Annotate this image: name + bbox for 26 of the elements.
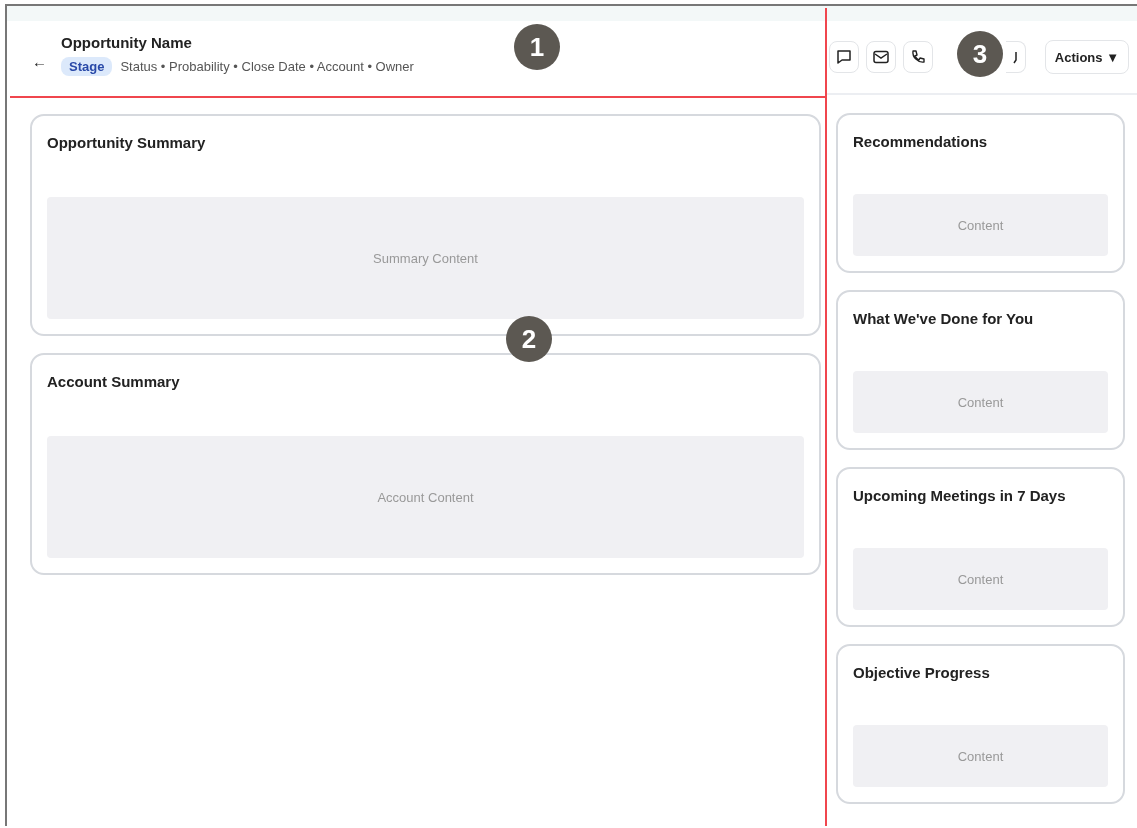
actions-button[interactable]: Actions ▼ [1044, 40, 1129, 74]
chat-button[interactable] [829, 41, 859, 73]
number-badge: 3 [957, 31, 1003, 77]
mail-button[interactable] [866, 41, 896, 73]
placeholder-text: Account Content [377, 489, 474, 505]
meta-info: Status • Probability • Close Date • Account • Owner [120, 58, 414, 74]
card-title: Objective Progress [853, 664, 991, 681]
phone-icon [910, 49, 926, 65]
phone-button[interactable] [903, 41, 933, 73]
card-title: Upcoming Meetings in 7 Days [853, 487, 1067, 504]
placeholder-text: Content [957, 571, 1004, 587]
placeholder-text: Content [957, 394, 1004, 410]
stage-badge: Stage [61, 56, 113, 76]
back-arrow[interactable]: ← [32, 53, 47, 70]
more-button[interactable] [1006, 41, 1026, 73]
number-badge: 1 [514, 24, 560, 70]
placeholder-text: Content [957, 217, 1004, 233]
card-title: Opportunity Summary [47, 134, 207, 151]
mail-icon [873, 50, 889, 64]
card-title: Account Summary [47, 373, 181, 390]
placeholder-text: Content [957, 748, 1004, 764]
opportunity-title: Opportunity Name [61, 33, 193, 51]
chat-icon [836, 49, 852, 65]
card-title: What We've Done for You [853, 310, 1035, 327]
placeholder-text: Summary Content [373, 250, 478, 266]
card-title: Recommendations [853, 133, 989, 150]
